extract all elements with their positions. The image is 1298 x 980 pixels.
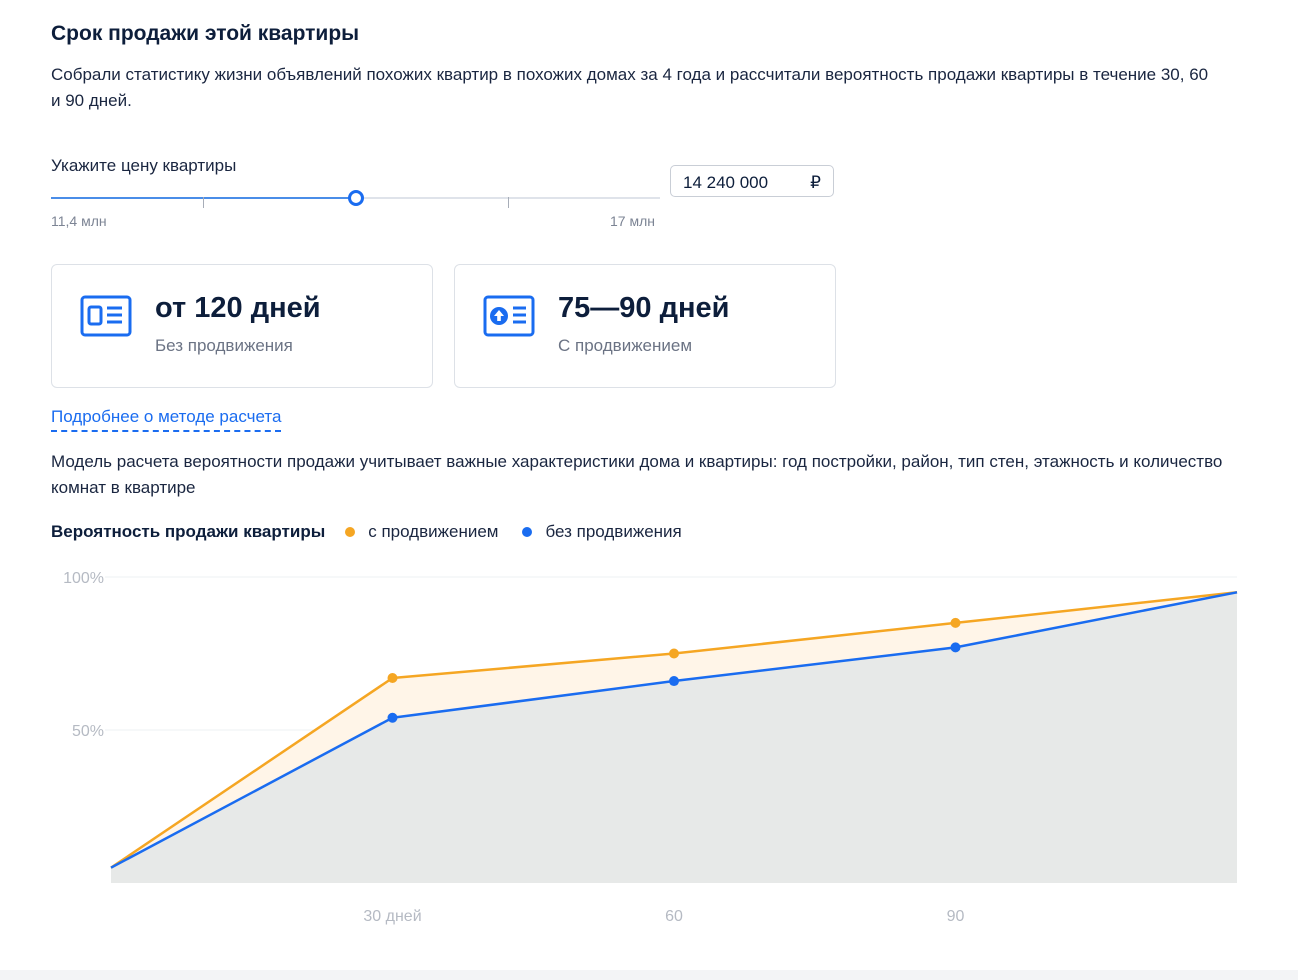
y-tick-label: 50% [72, 723, 104, 740]
legend-title: Вероятность продажи квартиры [51, 522, 326, 541]
data-point-with-promo [950, 617, 961, 628]
slider-tick [508, 197, 509, 208]
x-tick-label: 30 дней [363, 908, 421, 925]
data-point-with-promo [387, 672, 398, 683]
legend-label: без продвижения [545, 522, 682, 541]
price-input[interactable]: 14 240 000 ₽ [670, 165, 834, 197]
probability-chart: 50% 100% 30 дней 60 90 [63, 570, 1238, 925]
slider-max-label: 17 млн [610, 213, 655, 229]
slider-tick [203, 197, 204, 208]
page-description: Собрали статистику жизни объявлений похо… [51, 65, 1209, 110]
card-subtitle: С продвижением [558, 336, 693, 355]
currency-label: ₽ [810, 173, 821, 192]
legend-label: с продвижением [368, 522, 499, 541]
price-input-value[interactable]: 14 240 000 [683, 173, 768, 193]
bottom-bar [0, 970, 1298, 980]
slider-min-label: 11,4 млн [51, 213, 107, 229]
card-title: 75—90 дней [558, 292, 730, 324]
model-description: Модель расчета вероятности продажи учиты… [51, 452, 1223, 497]
listing-boost-icon [483, 295, 535, 337]
y-tick-label: 100% [63, 570, 104, 587]
method-details-link[interactable]: Подробнее о методе расчета [51, 407, 282, 432]
x-tick-label: 60 [665, 908, 683, 925]
base-area [111, 592, 1237, 883]
chart-legend: Вероятность продажи квартиры с продвижен… [51, 522, 706, 542]
data-point-without-promo [387, 712, 398, 723]
price-label: Укажите цену квартиры [51, 156, 237, 175]
data-point-with-promo [669, 648, 679, 659]
listing-icon [80, 295, 132, 337]
card-without-promo: от 120 дней Без продвижения [51, 264, 433, 388]
card-with-promo: 75—90 дней С продвижением [454, 264, 836, 388]
blue-dot-icon [522, 527, 533, 537]
card-subtitle: Без продвижения [155, 336, 293, 355]
price-slider-thumb[interactable] [347, 190, 364, 206]
x-tick-label: 90 [947, 908, 965, 925]
data-point-without-promo [950, 642, 961, 653]
card-title: от 120 дней [155, 292, 321, 324]
legend-item-with-promo: с продвижением [345, 522, 498, 542]
orange-dot-icon [345, 527, 356, 537]
data-point-without-promo [669, 676, 679, 687]
page-title: Срок продажи этой квартиры [51, 22, 360, 45]
legend-item-without-promo: без продвижения [522, 522, 682, 542]
